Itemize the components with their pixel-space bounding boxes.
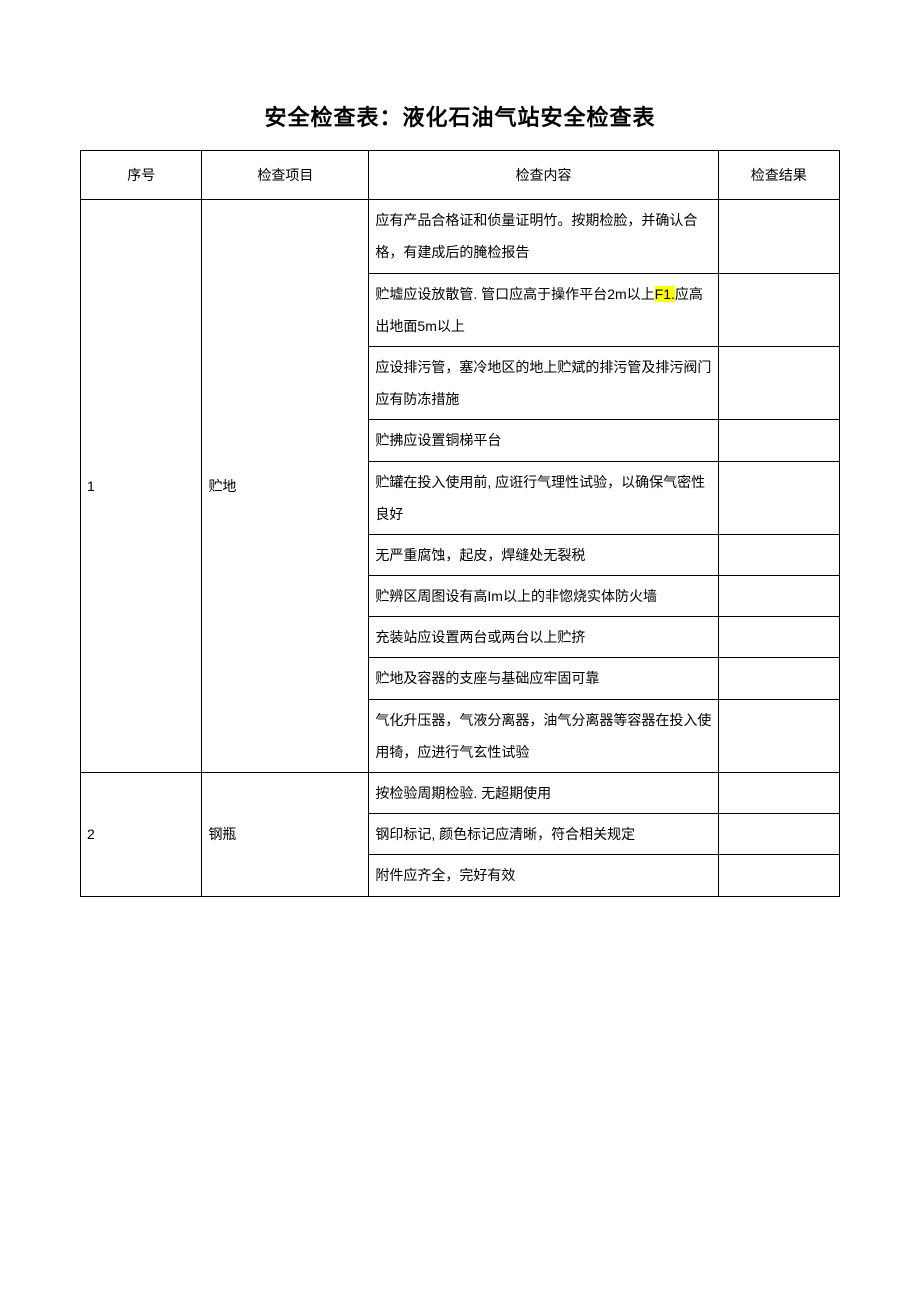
header-seq: 序号: [81, 151, 202, 200]
content-cell: 气化升压器，气液分离器，油气分离器等容器在投入使用犄，应进行气玄性试验: [369, 699, 718, 772]
checklist-table: 序号 检查项目 检查内容 检查结果 1贮地应有产品合格证和侦量证明竹。按期检脸，…: [80, 150, 840, 897]
table-row: 1贮地应有产品合格证和侦量证明竹。按期检脸，并确认合格，有建成后的腌检报告: [81, 200, 840, 273]
result-cell: [718, 814, 839, 855]
result-cell: [718, 200, 839, 273]
content-cell: 充装站应设置两台或两台以上贮挤: [369, 617, 718, 658]
content-cell: 贮墟应设放散管. 管口应高于操作平台2m以上F1.应高出地面5m以上: [369, 273, 718, 346]
item-cell: 贮地: [202, 200, 369, 773]
result-cell: [718, 576, 839, 617]
table-row: 2钢瓶按检验周期检验. 无超期使用: [81, 773, 840, 814]
result-cell: [718, 534, 839, 575]
content-cell: 无严重腐蚀，起皮，焊缝处无裂税: [369, 534, 718, 575]
content-cell: 贮拂应设置铜梯平台: [369, 420, 718, 461]
result-cell: [718, 617, 839, 658]
result-cell: [718, 855, 839, 896]
content-cell: 钢印标记, 颜色标记应清晰，符合相关规定: [369, 814, 718, 855]
result-cell: [718, 273, 839, 346]
result-cell: [718, 461, 839, 534]
table-header-row: 序号 检查项目 检查内容 检查结果: [81, 151, 840, 200]
latin-text: 2m: [607, 286, 626, 302]
content-cell: 按检验周期检验. 无超期使用: [369, 773, 718, 814]
header-content: 检查内容: [369, 151, 718, 200]
result-cell: [718, 699, 839, 772]
content-cell: 贮罐在投入使用前, 应诳行气理性试验，以确保气密性良好: [369, 461, 718, 534]
highlighted-text: F1.: [655, 286, 675, 302]
seq-cell: 1: [81, 200, 202, 773]
result-cell: [718, 658, 839, 699]
content-cell: 贮地及容器的支座与基础应牢固可靠: [369, 658, 718, 699]
content-cell: 应设排污管，塞冷地区的地上贮斌的排污管及排污阀门应有防冻措施: [369, 346, 718, 419]
page-title: 安全检查表：液化石油气站安全检查表: [80, 100, 840, 132]
content-cell: 贮辨区周图设有高Im以上的非惚烧实体防火墙: [369, 576, 718, 617]
content-cell: 应有产品合格证和侦量证明竹。按期检脸，并确认合格，有建成后的腌检报告: [369, 200, 718, 273]
item-cell: 钢瓶: [202, 773, 369, 897]
seq-cell: 2: [81, 773, 202, 897]
result-cell: [718, 346, 839, 419]
latin-text: Im: [487, 588, 503, 604]
header-result: 检查结果: [718, 151, 839, 200]
result-cell: [718, 420, 839, 461]
latin-text: 5m: [417, 318, 436, 334]
content-cell: 附件应齐全，完好有效: [369, 855, 718, 896]
header-item: 检查项目: [202, 151, 369, 200]
result-cell: [718, 773, 839, 814]
